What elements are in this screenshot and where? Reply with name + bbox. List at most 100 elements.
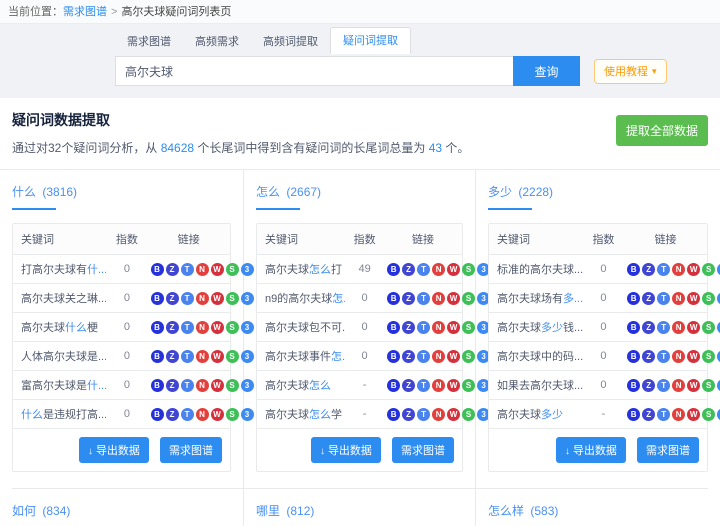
demand-graph-button[interactable]: 需求图谱 bbox=[637, 437, 699, 463]
tab-question-words[interactable]: 疑问词提取 bbox=[330, 27, 411, 54]
baidu-tieba-icon[interactable]: T bbox=[417, 292, 430, 305]
baidu-zhidao-icon[interactable]: Z bbox=[166, 350, 179, 363]
weibo-icon[interactable]: W bbox=[447, 408, 460, 421]
baidu-zhidao-icon[interactable]: Z bbox=[402, 408, 415, 421]
baidu-tieba-icon[interactable]: T bbox=[181, 292, 194, 305]
keyword-link[interactable]: 人体高尔夫球是... bbox=[13, 342, 106, 371]
tutorial-button[interactable]: 使用教程▾ bbox=[594, 59, 667, 84]
toutiao-icon[interactable]: N bbox=[432, 263, 445, 276]
toutiao-icon[interactable]: N bbox=[672, 379, 685, 392]
baidu-zhidao-icon[interactable]: Z bbox=[166, 292, 179, 305]
baidu-tieba-icon[interactable]: T bbox=[657, 321, 670, 334]
query-button[interactable]: 查询 bbox=[513, 56, 580, 86]
toutiao-icon[interactable]: N bbox=[672, 350, 685, 363]
baidu-icon[interactable]: B bbox=[627, 408, 640, 421]
card-word-link[interactable]: 多少 bbox=[488, 185, 512, 199]
weibo-icon[interactable]: W bbox=[211, 379, 224, 392]
sogou-icon[interactable]: S bbox=[702, 379, 715, 392]
baidu-icon[interactable]: B bbox=[627, 350, 640, 363]
baidu-zhidao-icon[interactable]: Z bbox=[166, 321, 179, 334]
sogou-icon[interactable]: S bbox=[702, 263, 715, 276]
baidu-zhidao-icon[interactable]: Z bbox=[402, 263, 415, 276]
weibo-icon[interactable]: W bbox=[211, 350, 224, 363]
toutiao-icon[interactable]: N bbox=[672, 263, 685, 276]
baidu-zhidao-icon[interactable]: Z bbox=[166, 263, 179, 276]
baidu-tieba-icon[interactable]: T bbox=[181, 263, 194, 276]
keyword-link[interactable]: 打高尔夫球有什... bbox=[13, 255, 106, 284]
keyword-link[interactable]: 什么是违规打高... bbox=[13, 400, 106, 429]
baidu-icon[interactable]: B bbox=[151, 292, 164, 305]
weibo-icon[interactable]: W bbox=[447, 263, 460, 276]
keyword-link[interactable]: 高尔夫球多少 bbox=[489, 400, 583, 429]
toutiao-icon[interactable]: N bbox=[672, 292, 685, 305]
sogou-icon[interactable]: S bbox=[702, 408, 715, 421]
baidu-zhidao-icon[interactable]: Z bbox=[642, 263, 655, 276]
weibo-icon[interactable]: W bbox=[687, 321, 700, 334]
weibo-icon[interactable]: W bbox=[211, 263, 224, 276]
export-data-button[interactable]: ↓导出数据 bbox=[79, 437, 149, 463]
baidu-zhidao-icon[interactable]: Z bbox=[642, 350, 655, 363]
weibo-icon[interactable]: W bbox=[447, 379, 460, 392]
sogou-icon[interactable]: S bbox=[462, 408, 475, 421]
toutiao-icon[interactable]: N bbox=[432, 321, 445, 334]
toutiao-icon[interactable]: N bbox=[432, 350, 445, 363]
baidu-icon[interactable]: B bbox=[151, 408, 164, 421]
sogou-icon[interactable]: S bbox=[226, 263, 239, 276]
keyword-link[interactable]: 如果去高尔夫球... bbox=[489, 371, 583, 400]
demand-graph-button[interactable]: 需求图谱 bbox=[160, 437, 222, 463]
keyword-link[interactable]: 高尔夫球中的码... bbox=[489, 342, 583, 371]
weibo-icon[interactable]: W bbox=[211, 408, 224, 421]
baidu-zhidao-icon[interactable]: Z bbox=[642, 379, 655, 392]
baidu-icon[interactable]: B bbox=[151, 350, 164, 363]
baidu-icon[interactable]: B bbox=[151, 379, 164, 392]
baidu-zhidao-icon[interactable]: Z bbox=[402, 379, 415, 392]
weibo-icon[interactable]: W bbox=[687, 379, 700, 392]
keyword-link[interactable]: 高尔夫球多少钱... bbox=[489, 313, 583, 342]
weibo-icon[interactable]: W bbox=[211, 321, 224, 334]
toutiao-icon[interactable]: N bbox=[196, 263, 209, 276]
keyword-link[interactable]: 高尔夫球怎么打 bbox=[257, 255, 345, 284]
keyword-link[interactable]: 高尔夫球关之琳... bbox=[13, 284, 106, 313]
baidu-tieba-icon[interactable]: T bbox=[657, 350, 670, 363]
baidu-zhidao-icon[interactable]: Z bbox=[402, 292, 415, 305]
sogou-icon[interactable]: S bbox=[462, 350, 475, 363]
weibo-icon[interactable]: W bbox=[447, 321, 460, 334]
weibo-icon[interactable]: W bbox=[447, 292, 460, 305]
baidu-tieba-icon[interactable]: T bbox=[657, 379, 670, 392]
baidu-tieba-icon[interactable]: T bbox=[181, 379, 194, 392]
baidu-tieba-icon[interactable]: T bbox=[417, 408, 430, 421]
baidu-icon[interactable]: B bbox=[151, 321, 164, 334]
baidu-tieba-icon[interactable]: T bbox=[181, 350, 194, 363]
baidu-zhidao-icon[interactable]: Z bbox=[642, 292, 655, 305]
sogou-icon[interactable]: S bbox=[702, 321, 715, 334]
weibo-icon[interactable]: W bbox=[687, 408, 700, 421]
keyword-link[interactable]: 高尔夫球怎么 bbox=[257, 371, 345, 400]
extract-all-button[interactable]: 提取全部数据 bbox=[616, 115, 708, 146]
sogou-icon[interactable]: S bbox=[226, 350, 239, 363]
baidu-icon[interactable]: B bbox=[627, 321, 640, 334]
card-word-link[interactable]: 如何 bbox=[12, 504, 36, 518]
baidu-zhidao-icon[interactable]: Z bbox=[402, 321, 415, 334]
baidu-zhidao-icon[interactable]: Z bbox=[642, 408, 655, 421]
keyword-link[interactable]: n9的高尔夫球怎... bbox=[257, 284, 345, 313]
breadcrumb-link-demand-graph[interactable]: 需求图谱 bbox=[63, 6, 107, 18]
baidu-tieba-icon[interactable]: T bbox=[657, 408, 670, 421]
card-word-link[interactable]: 什么 bbox=[12, 185, 36, 199]
toutiao-icon[interactable]: N bbox=[196, 408, 209, 421]
baidu-tieba-icon[interactable]: T bbox=[417, 350, 430, 363]
tab-high-freq-demand[interactable]: 高频需求 bbox=[183, 29, 251, 54]
sogou-icon[interactable]: S bbox=[702, 292, 715, 305]
card-word-link[interactable]: 怎么样 bbox=[488, 504, 524, 518]
baidu-icon[interactable]: B bbox=[387, 408, 400, 421]
export-data-button[interactable]: ↓导出数据 bbox=[311, 437, 381, 463]
tab-high-freq-words[interactable]: 高频词提取 bbox=[251, 29, 330, 54]
baidu-zhidao-icon[interactable]: Z bbox=[166, 408, 179, 421]
keyword-link[interactable]: 高尔夫球包不可... bbox=[257, 313, 345, 342]
weibo-icon[interactable]: W bbox=[687, 350, 700, 363]
sogou-icon[interactable]: S bbox=[462, 321, 475, 334]
keyword-link[interactable]: 高尔夫球事件怎... bbox=[257, 342, 345, 371]
sogou-icon[interactable]: S bbox=[462, 379, 475, 392]
toutiao-icon[interactable]: N bbox=[432, 379, 445, 392]
card-word-link[interactable]: 哪里 bbox=[256, 504, 280, 518]
toutiao-icon[interactable]: N bbox=[432, 408, 445, 421]
